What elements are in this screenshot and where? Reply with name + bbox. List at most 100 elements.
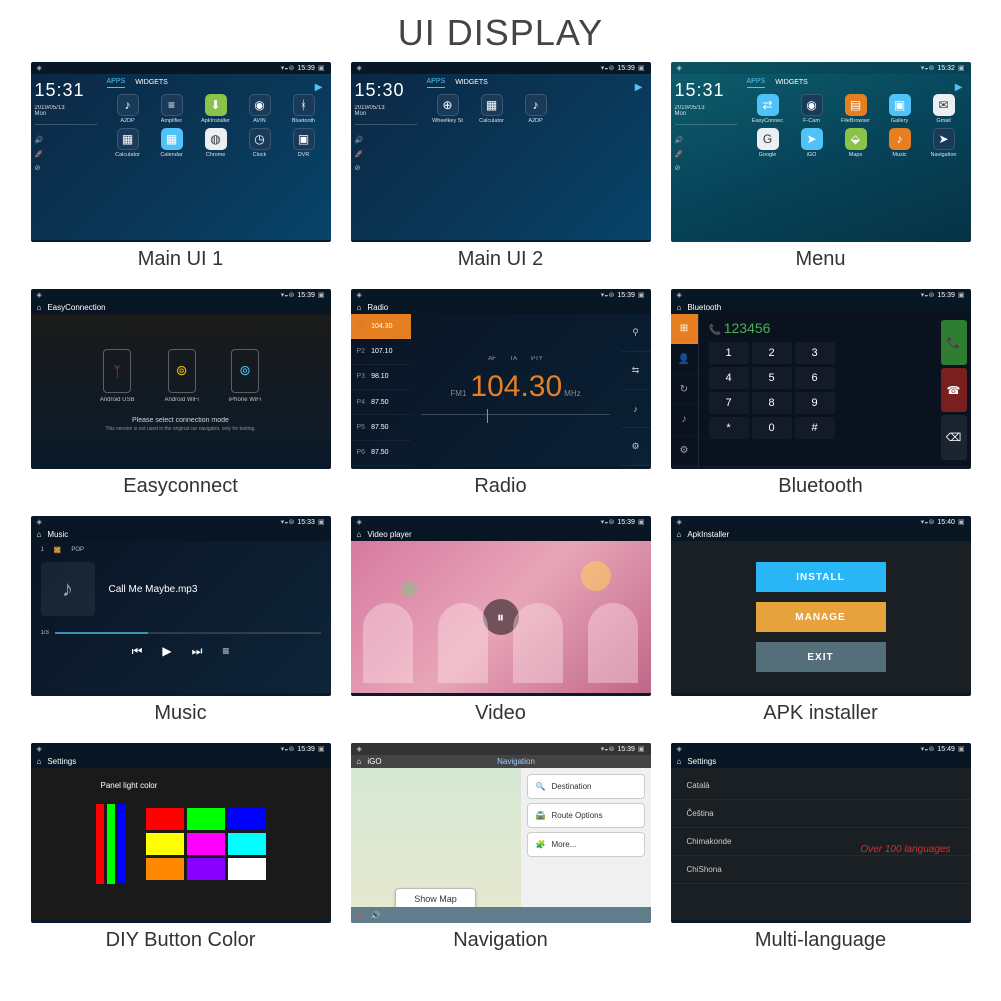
seek-bar[interactable]	[55, 632, 321, 634]
app-easyconnec[interactable]: ⇄EasyConnec	[747, 94, 789, 124]
app-dvr[interactable]: ▣DVR	[283, 128, 325, 158]
app-wheelkey st[interactable]: ⊕Wheelkey St	[427, 94, 469, 124]
app-igo[interactable]: ➤iGO	[791, 128, 833, 158]
app-calendar[interactable]: ▦Calendar	[151, 128, 193, 158]
dialkey-3[interactable]: 3	[795, 342, 835, 364]
color-swatch[interactable]	[146, 858, 184, 880]
nav-item[interactable]: 🧩More...	[527, 832, 645, 857]
hangup-button[interactable]: ☎	[941, 368, 967, 413]
home-icon[interactable]: ⌂	[357, 757, 362, 766]
color-swatch[interactable]	[146, 808, 184, 830]
rgb-bar[interactable]	[96, 804, 104, 884]
preset-P4[interactable]: P487.50	[351, 390, 411, 415]
map-area[interactable]: Show Map	[351, 768, 521, 920]
radio-settings-button[interactable]: ⚙	[621, 428, 651, 466]
dialkey-*[interactable]: *	[709, 417, 749, 439]
color-swatch[interactable]	[187, 808, 225, 830]
app-calculator[interactable]: ▦Calculator	[471, 94, 513, 124]
app-apkinstaller[interactable]: ⬇ApkInstaller	[195, 94, 237, 124]
app-avin[interactable]: ◉AVIN	[239, 94, 281, 124]
home-icon[interactable]: ⌂	[37, 530, 42, 539]
app-a2dp[interactable]: ♪A2DP	[515, 94, 557, 124]
home-icon[interactable]: ⌂	[37, 757, 42, 766]
playlist-button[interactable]: ≡	[222, 644, 229, 659]
nav-item[interactable]: 🔍Destination	[527, 774, 645, 799]
play-button[interactable]: ▶	[162, 644, 171, 659]
dialkey-2[interactable]: 2	[752, 342, 792, 364]
tab-widgets[interactable]: WIDGETS	[135, 79, 168, 88]
tab-apps[interactable]: APPS	[107, 78, 126, 88]
power-icon[interactable]: ⏻	[357, 910, 363, 920]
bt-dialpad-tab[interactable]: ⊞	[671, 314, 698, 344]
ec-option[interactable]: ⊚iPhone WiFi	[229, 349, 261, 403]
music-tab[interactable]: 1	[41, 547, 44, 554]
dialkey-4[interactable]: 4	[709, 367, 749, 389]
app-chrome[interactable]: ◍Chrome	[195, 128, 237, 158]
rocket-icon[interactable]: 🚀	[35, 150, 97, 158]
call-button[interactable]: 📞	[941, 320, 967, 365]
next-button[interactable]: ⏭	[192, 644, 203, 659]
home-icon[interactable]: ⌂	[677, 757, 682, 766]
nav-item[interactable]: 🛣️Route Options	[527, 803, 645, 828]
bt-history-tab[interactable]: ↻	[671, 375, 698, 405]
app-a2dp[interactable]: ♪A2DP	[107, 94, 149, 124]
language-item[interactable]: ChiShona	[671, 856, 971, 884]
color-swatch[interactable]	[146, 833, 184, 855]
app-music[interactable]: ♪Music	[879, 128, 921, 158]
app-navigation[interactable]: ➤Navigation	[923, 128, 965, 158]
app-google[interactable]: GGoogle	[747, 128, 789, 158]
bt-music-tab[interactable]: ♪	[671, 405, 698, 435]
dialkey-6[interactable]: 6	[795, 367, 835, 389]
preset-P3[interactable]: P398.10	[351, 365, 411, 390]
clean-icon[interactable]: ⊘	[35, 164, 97, 172]
dialkey-7[interactable]: 7	[709, 392, 749, 414]
dialkey-9[interactable]: 9	[795, 392, 835, 414]
rgb-sliders[interactable]	[96, 804, 126, 884]
app-f-cam[interactable]: ◉F-Cam	[791, 94, 833, 124]
color-swatch[interactable]	[228, 858, 266, 880]
radio-tag[interactable]: PTY	[531, 356, 543, 362]
music-tab[interactable]: 🔀	[54, 547, 61, 554]
ec-option[interactable]: ⊚Android WiFi	[165, 349, 199, 403]
radio-band-button[interactable]: ⇆	[621, 352, 651, 390]
app-gmail[interactable]: ✉Gmail	[923, 94, 965, 124]
radio-scan-button[interactable]: ⚲	[621, 314, 651, 352]
exit-button[interactable]: EXIT	[756, 642, 886, 672]
manage-button[interactable]: MANAGE	[756, 602, 886, 632]
dialkey-1[interactable]: 1	[709, 342, 749, 364]
dialkey-5[interactable]: 5	[752, 367, 792, 389]
home-icon[interactable]: ⌂	[677, 530, 682, 539]
radio-eq-button[interactable]: ♪	[621, 390, 651, 428]
app-filebrowser[interactable]: ▤FileBrowser	[835, 94, 877, 124]
home-icon[interactable]: ⌂	[37, 303, 42, 312]
radio-tag[interactable]: AF	[488, 356, 496, 362]
app-bluetooth[interactable]: ᚼBluetooth	[283, 94, 325, 124]
preset-P5[interactable]: P587.50	[351, 415, 411, 440]
preset-P2[interactable]: P2107.10	[351, 339, 411, 364]
home-icon[interactable]: ⌂	[357, 303, 362, 312]
volume-icon[interactable]: 🔊	[35, 136, 97, 144]
install-button[interactable]: INSTALL	[756, 562, 886, 592]
color-swatch[interactable]	[228, 808, 266, 830]
radio-tag[interactable]: TA	[510, 356, 517, 362]
color-swatch[interactable]	[187, 858, 225, 880]
play-store-icon[interactable]: ▶	[315, 82, 323, 93]
preset-P6[interactable]: P687.50	[351, 441, 411, 466]
app-gallery[interactable]: ▣Gallery	[879, 94, 921, 124]
app-maps[interactable]: ⬙Maps	[835, 128, 877, 158]
dialkey-8[interactable]: 8	[752, 392, 792, 414]
home-icon[interactable]: ⌂	[357, 530, 362, 539]
language-item[interactable]: Čeština	[671, 800, 971, 828]
dialkey-#[interactable]: #	[795, 417, 835, 439]
rgb-bar[interactable]	[107, 804, 115, 884]
bt-contacts-tab[interactable]: 👤	[671, 344, 698, 374]
dialkey-0[interactable]: 0	[752, 417, 792, 439]
home-icon[interactable]: ⌂	[677, 303, 682, 312]
app-amplifier[interactable]: ≡Amplifier	[151, 94, 193, 124]
preset-P1[interactable]: P1104.30	[351, 314, 411, 339]
audio-icon[interactable]: 🔊	[371, 911, 381, 920]
backspace-button[interactable]: ⌫	[941, 415, 967, 460]
prev-button[interactable]: ⏮	[132, 644, 143, 659]
video-area[interactable]: ⏸	[351, 541, 651, 693]
radio-scale[interactable]	[421, 414, 610, 424]
